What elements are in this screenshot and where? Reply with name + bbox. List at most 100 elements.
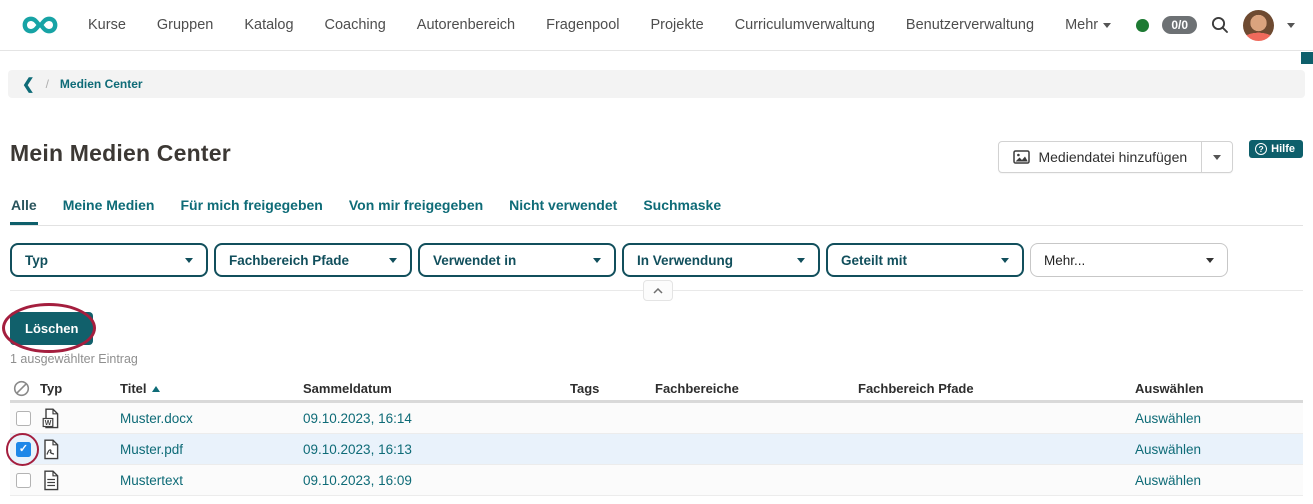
tab-fuer-mich-freigegeben[interactable]: Für mich freigegeben (179, 197, 323, 225)
selection-info: 1 ausgewählter Eintrag (10, 352, 1303, 366)
nav-item-kurse[interactable]: Kurse (88, 17, 126, 33)
filter-in-verwendung-label: In Verwendung (637, 253, 733, 268)
media-title-link[interactable]: Muster.pdf (120, 442, 303, 457)
filter-in-verwendung[interactable]: In Verwendung (622, 243, 820, 277)
nav-item-mehr[interactable]: Mehr (1065, 17, 1111, 33)
column-header-typ[interactable]: Typ (40, 381, 120, 396)
image-icon (1013, 150, 1030, 164)
filter-fachbereich-pfade-label: Fachbereich Pfade (229, 253, 349, 268)
column-header-auswaehlen: Auswählen (1135, 381, 1303, 396)
help-button[interactable]: ? Hilfe (1249, 140, 1303, 158)
row-checkbox-checked[interactable]: ✓ (16, 442, 31, 457)
nav-item-benutzerverwaltung[interactable]: Benutzerverwaltung (906, 17, 1034, 33)
chevron-down-icon (185, 258, 193, 263)
add-media-button[interactable]: Mediendatei hinzufügen (999, 142, 1201, 172)
select-link[interactable]: Auswählen (1135, 473, 1303, 488)
nav-item-gruppen[interactable]: Gruppen (157, 17, 213, 33)
add-media-label: Mediendatei hinzufügen (1038, 149, 1187, 165)
add-media-split-button: Mediendatei hinzufügen (998, 141, 1233, 173)
help-label: Hilfe (1271, 143, 1295, 155)
add-media-dropdown-toggle[interactable] (1201, 142, 1232, 172)
user-avatar[interactable] (1243, 10, 1274, 41)
filter-mehr[interactable]: Mehr... (1030, 243, 1228, 277)
filter-fachbereich-pfade[interactable]: Fachbereich Pfade (214, 243, 412, 277)
user-menu-chevron-icon[interactable] (1287, 23, 1295, 28)
collection-date: 09.10.2023, 16:09 (303, 473, 570, 488)
filter-geteilt-mit[interactable]: Geteilt mit (826, 243, 1024, 277)
chevron-down-icon (1001, 258, 1009, 263)
infinity-logo-icon (20, 14, 60, 36)
chevron-down-icon (593, 258, 601, 263)
filter-geteilt-mit-label: Geteilt mit (841, 253, 907, 268)
column-header-fachbereiche[interactable]: Fachbereiche (655, 381, 858, 396)
nav-item-autorenbereich[interactable]: Autorenbereich (417, 17, 515, 33)
openolat-logo[interactable] (20, 14, 60, 36)
question-mark-icon: ? (1255, 143, 1267, 155)
select-link[interactable]: Auswählen (1135, 411, 1303, 426)
filter-bar: Typ Fachbereich Pfade Verwendet in In Ve… (10, 243, 1303, 277)
pdf-file-icon (42, 439, 120, 460)
filter-mehr-label: Mehr... (1044, 253, 1085, 268)
media-table: Typ Titel Sammeldatum Tags Fachbereiche … (10, 377, 1303, 496)
online-status-icon (1136, 19, 1149, 32)
sort-ascending-icon (152, 386, 160, 392)
chevron-down-icon (1213, 155, 1221, 160)
notification-count-badge[interactable]: 0/0 (1162, 16, 1197, 34)
title-row: Mein Medien Center Mediendatei hinzufüge… (10, 140, 1303, 173)
page-title: Mein Medien Center (10, 140, 231, 167)
tab-meine-medien[interactable]: Meine Medien (62, 197, 156, 225)
word-file-icon: W (42, 408, 120, 429)
breadcrumb: ❮ / Medien Center (8, 70, 1305, 98)
column-header-sammeldatum[interactable]: Sammeldatum (303, 381, 570, 396)
delete-button[interactable]: Löschen (10, 312, 93, 345)
tab-alle[interactable]: Alle (10, 197, 38, 225)
table-row-selected: ✓ Muster.pdf 09.10.2023, 16:13 Auswählen (10, 434, 1303, 465)
table-row: Mustertext 09.10.2023, 16:09 Auswählen (10, 465, 1303, 496)
nav-item-projekte[interactable]: Projekte (650, 17, 703, 33)
tab-suchmaske[interactable]: Suchmaske (642, 197, 722, 225)
deselect-all-icon[interactable] (13, 380, 40, 397)
breadcrumb-item-medien-center[interactable]: Medien Center (60, 77, 143, 91)
filter-typ[interactable]: Typ (10, 243, 208, 277)
collection-date: 09.10.2023, 16:14 (303, 411, 570, 426)
batch-action-zone: Löschen (10, 312, 1303, 346)
main-content: Mein Medien Center Mediendatei hinzufüge… (0, 140, 1313, 496)
title-actions: Mediendatei hinzufügen ? Hilfe (998, 140, 1303, 173)
select-link[interactable]: Auswählen (1135, 442, 1303, 457)
text-file-icon (42, 470, 120, 491)
breadcrumb-separator: / (46, 77, 49, 91)
tab-von-mir-freigegeben[interactable]: Von mir freigegeben (348, 197, 484, 225)
row-checkbox[interactable] (16, 411, 31, 426)
media-tabs: Alle Meine Medien Für mich freigegeben V… (10, 197, 1303, 226)
chevron-down-icon (1206, 258, 1214, 263)
search-icon[interactable] (1210, 15, 1230, 35)
nav-item-katalog[interactable]: Katalog (244, 17, 293, 33)
table-row: W Muster.docx 09.10.2023, 16:14 Auswähle… (10, 403, 1303, 434)
chevron-down-icon (389, 258, 397, 263)
column-header-tags[interactable]: Tags (570, 381, 655, 396)
table-header-row: Typ Titel Sammeldatum Tags Fachbereiche … (10, 377, 1303, 403)
breadcrumb-back-icon[interactable]: ❮ (22, 77, 35, 92)
main-navigation: Kurse Gruppen Katalog Coaching Autorenbe… (88, 17, 1111, 33)
nav-item-fragenpool[interactable]: Fragenpool (546, 17, 619, 33)
nav-item-coaching[interactable]: Coaching (325, 17, 386, 33)
media-title-link[interactable]: Mustertext (120, 473, 303, 488)
media-title-link[interactable]: Muster.docx (120, 411, 303, 426)
edge-panel-toggle[interactable] (1301, 52, 1313, 64)
top-navbar: Kurse Gruppen Katalog Coaching Autorenbe… (0, 0, 1313, 51)
filter-verwendet-in-label: Verwendet in (433, 253, 516, 268)
tab-nicht-verwendet[interactable]: Nicht verwendet (508, 197, 618, 225)
collapse-filters-button[interactable] (643, 280, 673, 301)
chevron-down-icon (1103, 23, 1111, 28)
column-header-fachbereich-pfade[interactable]: Fachbereich Pfade (858, 381, 1135, 396)
column-header-titel[interactable]: Titel (120, 381, 303, 396)
column-header-titel-label: Titel (120, 381, 147, 396)
filter-verwendet-in[interactable]: Verwendet in (418, 243, 616, 277)
chevron-up-icon (653, 288, 663, 294)
filter-collapse-zone (10, 280, 1303, 302)
nav-more-label: Mehr (1065, 17, 1098, 33)
chevron-down-icon (797, 258, 805, 263)
topbar-right-cluster: 0/0 (1136, 10, 1295, 41)
nav-item-curriculumverwaltung[interactable]: Curriculumverwaltung (735, 17, 875, 33)
row-checkbox[interactable] (16, 473, 31, 488)
